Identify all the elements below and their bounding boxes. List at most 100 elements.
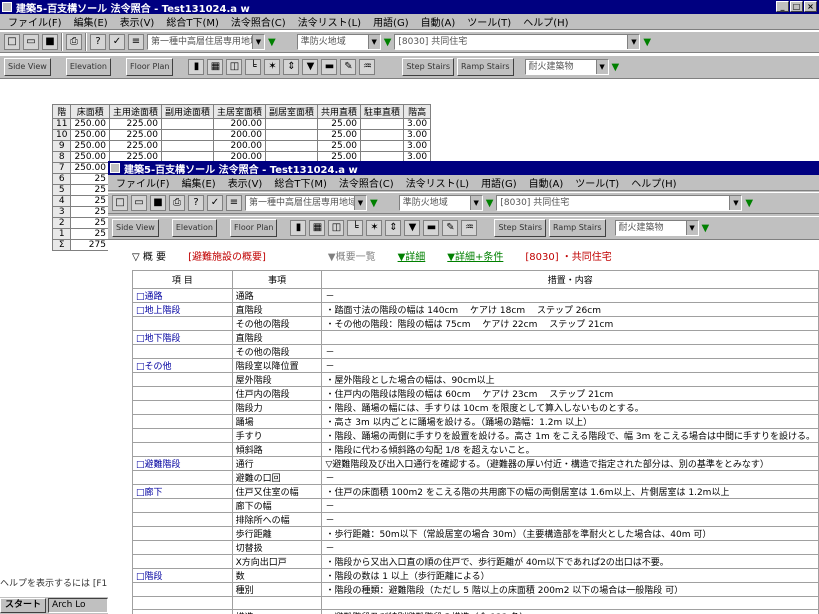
floor-plan-button[interactable]: Floor Plan	[126, 58, 174, 76]
table-row[interactable]: 歩行距離 ・歩行距離：50m以下（常設居室の場合 30m）（主要構造部を準耐火とし…	[132, 526, 819, 541]
zone-combo[interactable]: 第一種中高層住居専用地域 ▼	[147, 34, 265, 50]
menu-item[interactable]: 表示(V)	[222, 175, 269, 190]
side-view-button[interactable]: Side View	[4, 58, 51, 76]
green-arrow-icon[interactable]: ▼	[384, 37, 392, 48]
table-cell[interactable]: □その他	[132, 358, 233, 373]
person-icon[interactable]: ✶	[264, 59, 281, 75]
fire-combo[interactable]: 準防火地域 ▼	[398, 195, 483, 211]
table-row[interactable]: □避難階段 通行 ▽避難階段及び出入口通行を確認する。（避難器の厚い付近・構造で指定…	[132, 456, 819, 471]
chevron-down-icon[interactable]: ▼	[367, 35, 380, 49]
table-cell[interactable]	[132, 386, 233, 401]
tool-icon[interactable]: ✎	[340, 59, 357, 75]
fire-combo[interactable]: 準防火地域 ▼	[296, 34, 381, 50]
table-row[interactable]: X方向出口戸 ・階段から又出入口直の順の住戸で、歩行距離が 40m以下であれば2の…	[132, 554, 819, 569]
chevron-down-icon[interactable]: ▼	[595, 60, 608, 74]
table-cell[interactable]	[132, 316, 233, 331]
table-row[interactable]: 種別 ・階段の種類：避難階段（ただし 5 階以上の床面積 200m2 以下の場合は…	[132, 582, 819, 597]
table-row[interactable]: □その他 階段室以降位置－	[132, 358, 819, 373]
table-cell[interactable]	[132, 582, 233, 597]
table-cell[interactable]	[132, 554, 233, 569]
table-cell[interactable]	[132, 596, 233, 610]
table-cell[interactable]: □地下階段	[132, 330, 233, 345]
chevron-down-icon[interactable]: ▼	[685, 221, 698, 235]
structure-combo[interactable]: 耐火建築物 ▼	[614, 220, 699, 236]
chevron-down-icon[interactable]: ▼	[729, 196, 742, 210]
table-cell[interactable]	[132, 442, 233, 457]
table-row[interactable]: その他の階段－	[132, 344, 819, 359]
menu-item[interactable]: 用語(G)	[367, 14, 415, 29]
table-row[interactable]: 傾斜路 ・階段に代わる傾斜路の勾配 1/8 を超えないこと。	[132, 442, 819, 457]
table-cell[interactable]	[132, 498, 233, 513]
pattern-icon[interactable]: ♒	[461, 220, 478, 236]
grid-icon[interactable]: ▬	[321, 59, 338, 75]
table-cell[interactable]	[132, 526, 233, 541]
table-row[interactable]: 11 250.00 225.00 200.00 25.00 3.00	[51, 118, 432, 130]
column-icon[interactable]: ▮	[188, 59, 205, 75]
print-icon[interactable]: ⎙	[66, 34, 82, 50]
green-arrow-icon[interactable]: ▼	[643, 37, 651, 48]
back-window-title[interactable]: 建築5-百支構ソール 法令照合 - Test131024.a w _ □ ×	[0, 0, 819, 15]
menu-item[interactable]: 編集(E)	[176, 175, 222, 190]
table-row[interactable]: □廊下 住戸又住室の幅 ・住戸の床面積 100m2 をこえる階の共用廊下の幅の両側居…	[132, 484, 819, 499]
table-cell[interactable]: □地上階段	[132, 302, 233, 317]
table-cell[interactable]: □通路	[132, 288, 233, 303]
new-file-icon[interactable]: □	[4, 34, 20, 50]
table-cell[interactable]: □階段	[132, 568, 233, 583]
green-arrow-icon[interactable]: ▼	[612, 62, 620, 73]
table-cell[interactable]	[132, 414, 233, 429]
table-cell[interactable]	[132, 400, 233, 415]
menu-item[interactable]: 法令照合(C)	[225, 14, 292, 29]
down-triangle-icon[interactable]: ▼	[404, 220, 421, 236]
plan-icon[interactable]: ▦	[207, 59, 224, 75]
menu-item[interactable]: 自動(A)	[415, 14, 462, 29]
chevron-down-icon[interactable]: ▼	[469, 196, 482, 210]
table-cell[interactable]	[132, 608, 233, 614]
table-cell[interactable]	[132, 344, 233, 359]
menu-item[interactable]: 法令リスト(L)	[292, 14, 367, 29]
table-row[interactable]: 住戸内の階段 ・住戸内の階段は階段の幅は 60cm ケアけ 23cm ステップ 2…	[132, 386, 819, 401]
tab-use[interactable]: [8030] ・共同住宅	[525, 248, 611, 263]
table-row[interactable]: 階段力 ・階段、踊場の幅には、手すりは 10cm を限度として算入しないものとする…	[132, 400, 819, 415]
menu-item[interactable]: 編集(E)	[68, 14, 114, 29]
structure-combo[interactable]: 耐火建築物 ▼	[524, 59, 609, 75]
table-cell[interactable]	[132, 470, 233, 485]
step-stairs-button[interactable]: Step Stairs	[402, 58, 455, 76]
person-icon[interactable]: ✶	[366, 220, 383, 236]
stairs-icon[interactable]: ╘	[347, 220, 364, 236]
step-stairs-button[interactable]: Step Stairs	[494, 219, 547, 237]
report-icon[interactable]: ≡	[226, 195, 242, 211]
tab-list[interactable]: ▼概要一覧	[328, 248, 376, 263]
menu-item[interactable]: ヘルプ(H)	[625, 175, 682, 190]
plan-icon[interactable]: ▦	[309, 220, 326, 236]
table-row[interactable]: 踊場 ・高さ 3m 以内ごとに踊場を設ける。（踊場の踏幅：1.2m 以上）	[132, 414, 819, 429]
column-icon[interactable]: ▮	[290, 220, 307, 236]
open-folder-icon[interactable]: ▭	[131, 195, 147, 211]
table-row[interactable]: □地下階段 直階段	[132, 330, 819, 345]
help-icon[interactable]: ?	[90, 34, 106, 50]
menu-item[interactable]: 自動(A)	[523, 175, 570, 190]
stairs-icon[interactable]: ╘	[245, 59, 262, 75]
arrow-icon[interactable]: ⇕	[283, 59, 300, 75]
table-cell[interactable]	[132, 512, 233, 527]
zone-combo[interactable]: 第一種中高層住居専用地域 ▼	[245, 195, 367, 211]
grid-icon[interactable]: ▬	[423, 220, 440, 236]
green-arrow-icon[interactable]: ▼	[268, 37, 276, 48]
menu-item[interactable]: 総合T下(M)	[268, 175, 333, 190]
table-cell[interactable]: □廊下	[132, 484, 233, 499]
table-row[interactable]: □通路 通路－	[132, 288, 819, 303]
menu-item[interactable]: 法令照合(C)	[333, 175, 400, 190]
save-icon[interactable]: ■	[42, 34, 58, 50]
menu-item[interactable]: 法令リスト(L)	[400, 175, 475, 190]
table-row[interactable]: 構造・避難階段及び特別避難階段の構造（令 123 条）	[132, 608, 819, 614]
help-icon[interactable]: ?	[188, 195, 204, 211]
section-icon[interactable]: ◫	[328, 220, 345, 236]
green-arrow-icon[interactable]: ▼	[370, 198, 378, 209]
menu-item[interactable]: 用語(G)	[475, 175, 523, 190]
menu-item[interactable]: ツール(T)	[461, 14, 517, 29]
table-row[interactable]: 排除所への幅－	[132, 512, 819, 527]
menu-item[interactable]: ツール(T)	[569, 175, 625, 190]
taskbar-item[interactable]: Arch Lo	[48, 598, 108, 613]
green-arrow-icon[interactable]: ▼	[702, 223, 710, 234]
check-icon[interactable]: ✓	[207, 195, 223, 211]
elevation-button[interactable]: Elevation	[65, 58, 111, 76]
